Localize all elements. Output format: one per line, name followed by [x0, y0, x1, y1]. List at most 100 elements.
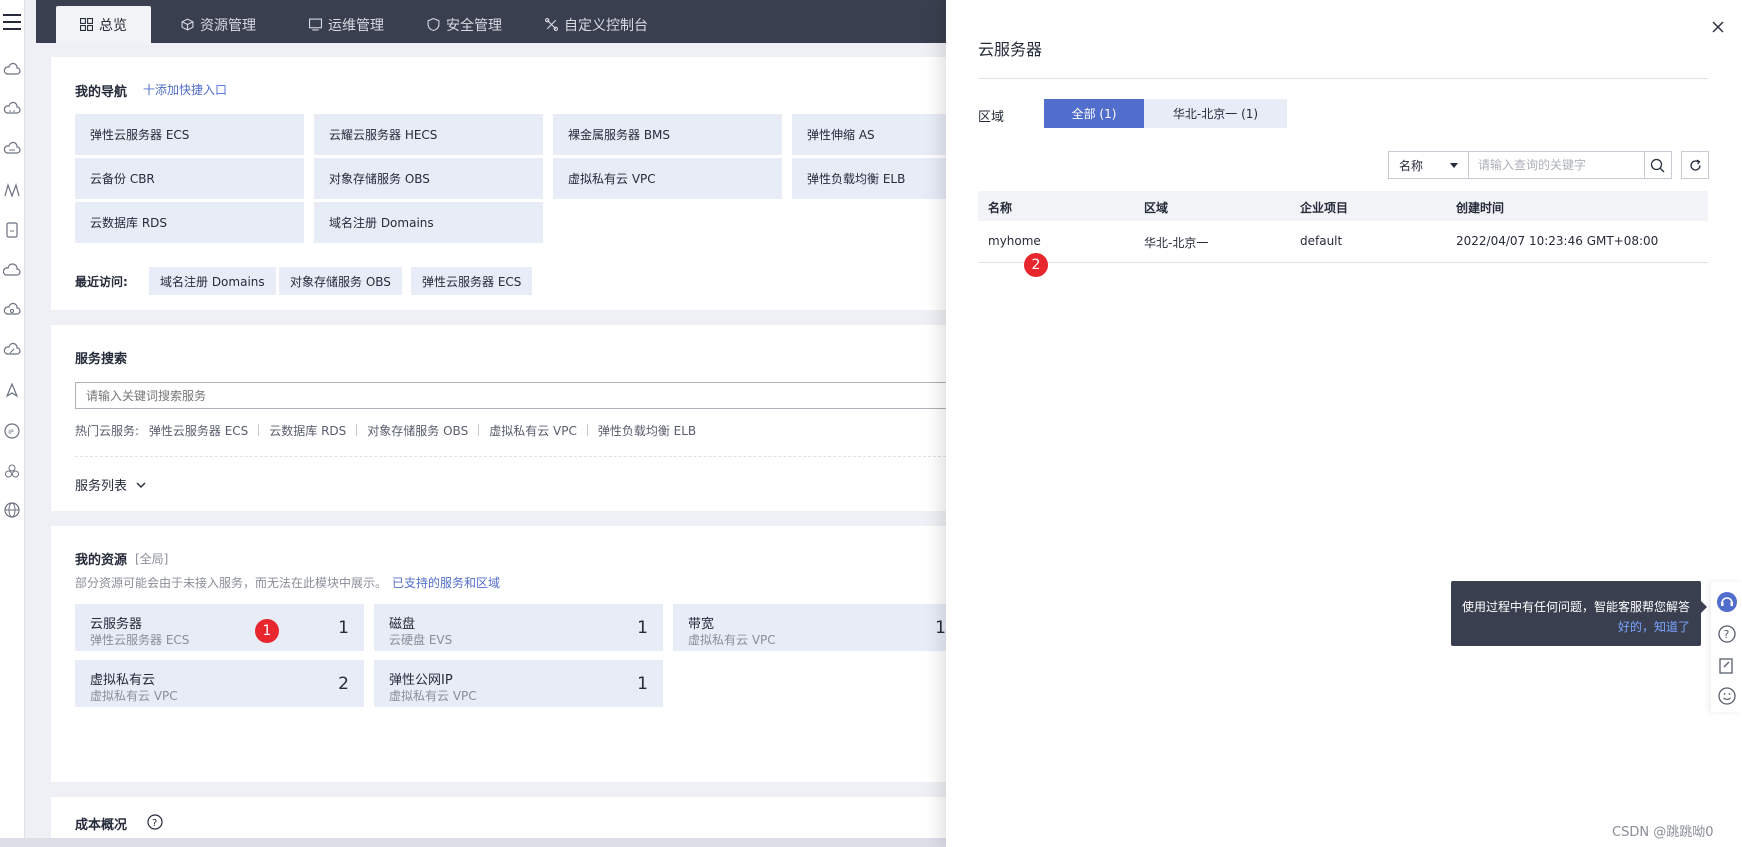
resource-tile-vpc[interactable]: 虚拟私有云 虚拟私有云 VPC 2 — [75, 660, 364, 707]
tooltip-text: 使用过程中有任何问题，智能客服帮您解答 — [1462, 600, 1691, 614]
search-title: 服务搜索 — [75, 352, 128, 367]
tooltip-arrow — [1701, 601, 1707, 613]
nav-item-cbr[interactable]: 云备份 CBR — [75, 158, 304, 199]
server-region: 华北-北京一 — [1144, 236, 1209, 250]
resource-count: 1 — [338, 618, 349, 638]
resource-count: 2 — [338, 674, 349, 694]
hot-item-vpc[interactable]: 虚拟私有云 VPC — [489, 424, 577, 438]
nav-item-domains[interactable]: 域名注册 Domains — [314, 202, 543, 243]
refresh-button[interactable] — [1681, 151, 1709, 179]
cloud-ring-icon[interactable] — [3, 302, 21, 320]
recent-item-obs[interactable]: 对象存储服务 OBS — [279, 267, 402, 295]
nav-item-hecs[interactable]: 云耀云服务器 HECS — [314, 114, 543, 155]
drawer-divider — [978, 78, 1708, 79]
tab-ops-management[interactable]: 运维管理 — [309, 6, 384, 43]
service-search-input[interactable] — [75, 382, 946, 409]
smile-icon[interactable] — [1717, 686, 1737, 706]
grid-icon — [80, 18, 93, 31]
caret-down-icon — [1450, 163, 1458, 168]
filter-field-select[interactable]: 名称 — [1388, 151, 1469, 179]
tab-resource-management[interactable]: 资源管理 — [181, 6, 256, 43]
search-button[interactable] — [1644, 151, 1672, 179]
col-name: 名称 — [988, 201, 1013, 215]
hot-item-elb[interactable]: 弹性负载均衡 ELB — [598, 424, 696, 438]
bottom-scrollbar[interactable] — [0, 838, 946, 847]
globe-icon[interactable] — [3, 501, 21, 519]
hot-item-rds[interactable]: 云数据库 RDS — [269, 424, 346, 438]
chevron-down-icon — [136, 482, 146, 488]
tab-overview[interactable]: 总览 — [56, 6, 151, 43]
feedback-icon[interactable] — [1717, 656, 1737, 676]
resource-tile-eip[interactable]: 弹性公网IP 虚拟私有云 VPC 1 — [374, 660, 663, 707]
nav-item-obs[interactable]: 对象存储服务 OBS — [314, 158, 543, 199]
server-name-link[interactable]: myhome — [988, 234, 1041, 248]
resource-tile-disk[interactable]: 磁盘 云硬盘 EVS 1 — [374, 604, 663, 651]
resources-scope: [全局] — [135, 552, 169, 566]
menu-icon[interactable] — [3, 14, 21, 32]
supported-services-link[interactable]: 已支持的服务和区域 — [392, 574, 500, 591]
nav-item-rds[interactable]: 云数据库 RDS — [75, 202, 304, 243]
region-filter-all[interactable]: 全部 (1) — [1044, 99, 1144, 128]
cloud-stack-icon[interactable] — [3, 141, 21, 159]
nav-item-as[interactable]: 弹性伸缩 AS — [792, 114, 946, 155]
resource-tile-cloud-server[interactable]: 云服务器 弹性云服务器 ECS 1 — [75, 604, 364, 651]
close-icon[interactable] — [1711, 20, 1725, 34]
my-resources-card: 我的资源 [全局] 部分资源可能会由于未接入服务，而无法在此模块中展示。 已支持… — [51, 526, 946, 782]
hot-item-ecs[interactable]: 弹性云服务器 ECS — [149, 424, 248, 438]
resource-name: 磁盘 — [389, 617, 416, 632]
nav-item-ecs[interactable]: 弹性云服务器 ECS — [75, 114, 304, 155]
storage-icon[interactable] — [3, 221, 21, 239]
resource-name: 弹性公网IP — [389, 673, 453, 688]
resource-name: 云服务器 — [90, 617, 143, 632]
col-project: 企业项目 — [1300, 201, 1349, 215]
help-icon[interactable]: ? — [147, 814, 163, 830]
recent-item-domains[interactable]: 域名注册 Domains — [149, 267, 276, 295]
annotation-badge-2: 2 — [1024, 253, 1048, 277]
resource-name: 虚拟私有云 — [90, 673, 156, 688]
tooltip-dismiss-link[interactable]: 好的，知道了 — [1618, 618, 1690, 635]
cloud-server-icon[interactable] — [3, 62, 21, 80]
tab-custom-console[interactable]: 自定义控制台 — [545, 6, 648, 43]
resource-tile-bandwidth[interactable]: 带宽 虚拟私有云 VPC 1 — [673, 604, 946, 651]
route-icon[interactable] — [3, 382, 21, 400]
watermark: CSDN @跳跳呦0 — [1612, 825, 1714, 840]
drawer-title: 云服务器 — [978, 40, 1043, 59]
cloud-link-icon[interactable] — [3, 342, 21, 360]
customer-service-icon[interactable] — [1717, 592, 1737, 612]
nav-item-elb[interactable]: 弹性负载均衡 ELB — [792, 158, 946, 199]
bridge-icon[interactable] — [3, 181, 21, 199]
resource-count: 1 — [637, 618, 648, 638]
recent-item-ecs[interactable]: 弹性云服务器 ECS — [411, 267, 533, 295]
refresh-icon — [1689, 158, 1701, 171]
region-label: 区域 — [978, 110, 1005, 125]
server-project: default — [1300, 234, 1343, 248]
cloud-dots-icon[interactable] — [3, 101, 21, 119]
cost-overview-card: 成本概况 ? — [51, 797, 946, 838]
question-icon[interactable]: ? — [1717, 624, 1737, 644]
nav-item-vpc[interactable]: 虚拟私有云 VPC — [553, 158, 782, 199]
annotation-badge-1: 1 — [255, 619, 279, 643]
tab-label: 自定义控制台 — [564, 17, 648, 34]
resource-sub: 虚拟私有云 VPC — [90, 689, 178, 703]
service-list-label: 服务列表 — [75, 479, 128, 494]
divider — [75, 456, 946, 457]
keyword-search-input[interactable]: 请输入查询的关键字 — [1468, 151, 1645, 179]
resources-note: 部分资源可能会由于未接入服务，而无法在此模块中展示。 — [75, 576, 388, 590]
col-region: 区域 — [1144, 201, 1169, 215]
cloud-icon[interactable] — [2, 262, 21, 280]
search-icon — [1650, 158, 1665, 172]
add-shortcut-link[interactable]: 十添加快捷入口 — [143, 81, 227, 98]
cloud-server-drawer: 云服务器 区域 全部 (1) 华北-北京一 (1) 名称 请输入查询的关键字 名… — [946, 0, 1742, 847]
resources-title: 我的资源 — [75, 553, 128, 568]
hot-label: 热门云服务: — [75, 424, 140, 438]
cluster-icon[interactable] — [3, 462, 21, 480]
tab-security-management[interactable]: 安全管理 — [427, 6, 502, 43]
shield-icon — [427, 18, 440, 31]
hot-item-obs[interactable]: 对象存储服务 OBS — [367, 424, 468, 438]
ip-icon[interactable]: IP — [3, 422, 21, 440]
resource-sub: 虚拟私有云 VPC — [688, 633, 776, 647]
service-list-toggle[interactable]: 服务列表 — [75, 475, 147, 494]
nav-item-bms[interactable]: 裸金属服务器 BMS — [553, 114, 782, 155]
region-filter-beijing1[interactable]: 华北-北京一 (1) — [1144, 99, 1287, 128]
svg-text:IP: IP — [8, 429, 14, 436]
